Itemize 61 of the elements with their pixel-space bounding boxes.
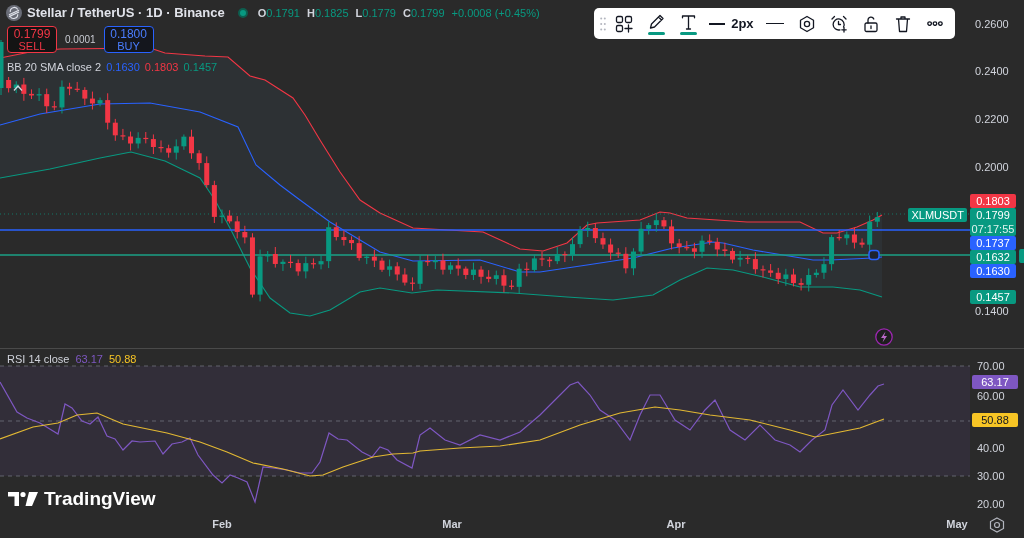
price-label: 0.1630: [970, 264, 1016, 278]
lightning-icon: [875, 328, 893, 346]
brand-logo: TradingView: [44, 489, 156, 509]
axis-label: 0.1400: [975, 305, 1009, 317]
text-underline-icon: [678, 12, 698, 35]
price-label: 0.1737: [970, 236, 1016, 250]
axis-label: 0.2400: [975, 65, 1009, 77]
chevron-up-icon: [13, 85, 23, 91]
axis-label: 0.2000: [975, 161, 1009, 173]
sell-button[interactable]: 0.1799 SELL: [7, 26, 57, 53]
settings-icon: [797, 14, 816, 33]
price-label: 0.1632: [970, 250, 1016, 264]
axis-label: 70.00: [977, 360, 1005, 372]
trash-icon: [893, 14, 912, 33]
shapes-plus-icon: [615, 14, 634, 33]
last-price-label: 0.1799 07:17:55: [970, 208, 1016, 236]
price-label: 0.1457: [970, 290, 1016, 304]
indicator-name: RSI 14 close: [7, 353, 70, 366]
time-label: Mar: [442, 518, 462, 531]
quick-action-button[interactable]: [875, 328, 893, 346]
ohlc-value: L0.1779: [355, 5, 396, 21]
unlocked-padlock-icon: [861, 14, 880, 33]
alarm-clock-plus-icon: [829, 14, 848, 33]
axis-label: 20.00: [977, 498, 1005, 510]
symbol-label: XLMUSDT: [908, 208, 967, 222]
time-label: Feb: [212, 518, 232, 531]
line-width-button[interactable]: 2px: [706, 10, 757, 37]
axis-label: 60.00: [977, 390, 1005, 402]
indicator-label: 50.88: [972, 413, 1018, 427]
chart-settings-button[interactable]: [988, 516, 1006, 534]
price-label: 0.1803: [970, 194, 1016, 208]
indicator-value: 63.17: [75, 353, 103, 366]
ohlc-value: O0.1791: [257, 5, 300, 21]
line-icon: [765, 23, 784, 24]
symbol-title: Stellar / TetherUS · 1D · Binance: [27, 4, 225, 23]
indicator-value: 0.1803: [144, 61, 179, 74]
pencil-underline-icon: [646, 12, 666, 35]
indicator-value: 50.88: [108, 353, 137, 366]
ohlc-value: C0.1799: [402, 5, 445, 21]
buy-button[interactable]: 0.1800 BUY: [103, 26, 154, 53]
axis-label: 0.2200: [975, 113, 1009, 125]
more-icon: [926, 20, 943, 27]
indicator-value: 0.1457: [183, 61, 218, 74]
time-label: May: [946, 518, 968, 531]
anchor-handle-icon[interactable]: [868, 249, 880, 261]
spread-value: 0.0001: [65, 33, 96, 47]
axis-label: 40.00: [977, 442, 1005, 454]
ohlc-value: H0.1825: [306, 5, 349, 21]
axis-label: 0.2600: [975, 18, 1009, 30]
settings-icon: [989, 517, 1005, 533]
price-change: +0.0008 (+0.45%): [451, 5, 540, 21]
indicator-name: BB 20 SMA close 2: [7, 61, 102, 74]
indicator-label: 63.17: [972, 375, 1018, 389]
symbol-logo-icon: [6, 5, 22, 21]
drag-handle-icon[interactable]: [600, 16, 606, 31]
logo-mark-icon: [8, 491, 38, 507]
indicator-value: 0.1630: [106, 61, 140, 74]
edge-marker-icon: [1019, 249, 1024, 263]
thick-line-icon: [709, 22, 726, 25]
time-label: Apr: [666, 518, 686, 531]
axis-label: 30.00: [977, 470, 1005, 482]
